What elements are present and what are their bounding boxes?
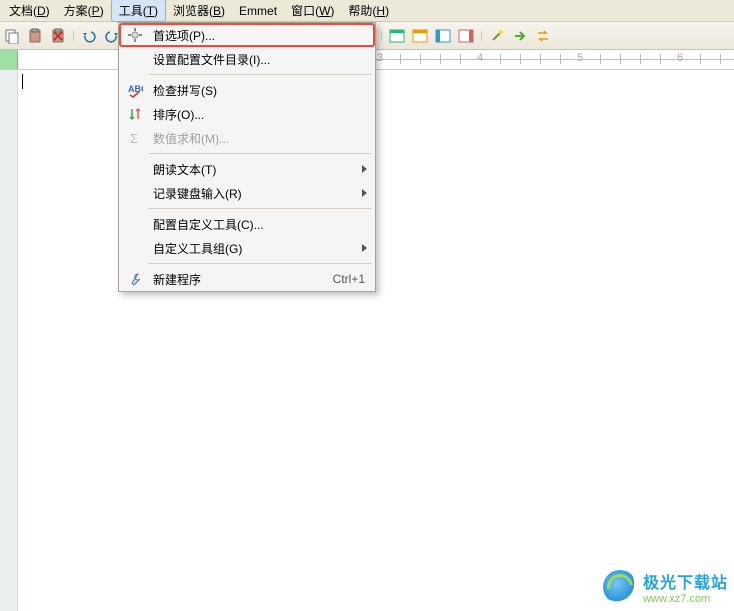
menu-label-post: ) — [385, 4, 389, 18]
editor-gutter — [0, 70, 18, 611]
menu-browser[interactable]: 浏览器(B) — [166, 0, 232, 21]
swap-icon[interactable] — [533, 26, 553, 46]
menu-item-label: 排序(O)... — [147, 106, 369, 123]
ruler-number: 5 — [577, 52, 583, 64]
menu-separator — [149, 263, 371, 264]
terminal-icon[interactable] — [387, 26, 407, 46]
menu-document[interactable]: 文档(D) — [2, 0, 57, 21]
menu-sort[interactable]: 排序(O)... — [119, 102, 375, 126]
menu-separator — [149, 153, 371, 154]
menubar: 文档(D) 方案(P) 工具(T) 浏览器(B) Emmet 窗口(W) 帮助(… — [0, 0, 734, 22]
menu-label-post: ) — [330, 4, 334, 18]
ruler-origin — [0, 50, 18, 69]
toolbar-sep — [381, 26, 382, 46]
chevron-right-icon — [362, 189, 367, 197]
menu-item-label: 配置自定义工具(C)... — [147, 216, 369, 233]
clipboard-icon[interactable] — [25, 26, 45, 46]
menu-label: 窗口( — [291, 4, 319, 18]
menu-separator — [149, 208, 371, 209]
menu-separator — [149, 74, 371, 75]
menu-item-label: 设置配置文件目录(I)... — [147, 51, 369, 68]
menu-item-label: 检查拼写(S) — [147, 82, 369, 99]
menu-item-label: 新建程序 — [147, 271, 333, 288]
menu-label: 方案( — [64, 4, 92, 18]
menu-hotkey: P — [92, 4, 100, 18]
menu-item-label: 自定义工具组(G) — [147, 240, 369, 257]
menu-emmet[interactable]: Emmet — [232, 2, 284, 20]
menu-item-label: 首选项(P)... — [147, 27, 369, 44]
ruler-number: 4 — [477, 52, 483, 64]
toolbar-sep — [73, 26, 74, 46]
menu-label: 工具( — [119, 4, 147, 18]
menu-spellcheck[interactable]: ABC 检查拼写(S) — [119, 78, 375, 102]
watermark: 极光下载站 www.xz7.com — [603, 569, 728, 605]
menu-label: 帮助( — [348, 4, 376, 18]
wand-icon[interactable] — [487, 26, 507, 46]
menu-item-shortcut: Ctrl+1 — [333, 272, 369, 286]
watermark-logo-icon — [603, 570, 637, 604]
menu-window[interactable]: 窗口(W) — [284, 0, 341, 21]
ruler-number: 3 — [377, 52, 383, 64]
svg-text:ABC: ABC — [128, 84, 143, 94]
menu-label: 浏览器( — [173, 4, 213, 18]
menu-label-post: ) — [100, 4, 104, 18]
menu-new-program[interactable]: 新建程序 Ctrl+1 — [119, 267, 375, 291]
toolbar-sep — [481, 26, 482, 46]
menu-label-post: ) — [154, 4, 158, 18]
chevron-right-icon — [362, 165, 367, 173]
menu-read-text[interactable]: 朗读文本(T) — [119, 157, 375, 181]
panel2-icon[interactable] — [456, 26, 476, 46]
menu-item-label: 记录键盘输入(R) — [147, 185, 369, 202]
ruler-number: 6 — [677, 52, 683, 64]
spellcheck-icon: ABC — [123, 82, 147, 98]
sigma-icon: Σ — [123, 130, 147, 146]
menu-label-post: ) — [46, 4, 50, 18]
svg-text:Σ: Σ — [130, 131, 138, 146]
wrench-icon — [123, 271, 147, 287]
watermark-url: www.xz7.com — [643, 593, 728, 605]
menu-record-keyboard[interactable]: 记录键盘输入(R) — [119, 181, 375, 205]
menu-hotkey: B — [213, 4, 221, 18]
chevron-right-icon — [362, 244, 367, 252]
text-cursor — [22, 74, 23, 89]
sort-icon — [123, 106, 147, 122]
menu-hotkey: D — [37, 4, 46, 18]
menu-item-label: 数值求和(M)... — [147, 130, 369, 147]
menu-hotkey: T — [147, 4, 154, 18]
menu-help[interactable]: 帮助(H) — [341, 0, 396, 21]
arrow-right-icon[interactable] — [510, 26, 530, 46]
copy-icon[interactable] — [2, 26, 22, 46]
menu-hotkey: W — [319, 4, 330, 18]
menu-label-post: ) — [221, 4, 225, 18]
panel-icon[interactable] — [433, 26, 453, 46]
gear-icon — [123, 27, 147, 43]
menu-custom-tool-groups[interactable]: 自定义工具组(G) — [119, 236, 375, 260]
menu-tools[interactable]: 工具(T) — [111, 0, 166, 22]
menu-label: 文档( — [9, 4, 37, 18]
menu-label: Emmet — [239, 4, 277, 18]
menu-configure-tools[interactable]: 配置自定义工具(C)... — [119, 212, 375, 236]
watermark-text: 极光下载站 www.xz7.com — [643, 569, 728, 605]
undo-icon[interactable] — [79, 26, 99, 46]
menu-project[interactable]: 方案(P) — [57, 0, 111, 21]
menu-sum: Σ 数值求和(M)... — [119, 126, 375, 150]
menu-item-label: 朗读文本(T) — [147, 161, 369, 178]
watermark-title: 极光下载站 — [643, 569, 728, 593]
menu-set-profile-dir[interactable]: 设置配置文件目录(I)... — [119, 47, 375, 71]
output-icon[interactable] — [410, 26, 430, 46]
tools-dropdown: 首选项(P)... 设置配置文件目录(I)... ABC 检查拼写(S) 排序(… — [118, 22, 376, 292]
clipboard-delete-icon[interactable] — [48, 26, 68, 46]
menu-hotkey: H — [376, 4, 385, 18]
menu-preferences[interactable]: 首选项(P)... — [119, 23, 375, 47]
